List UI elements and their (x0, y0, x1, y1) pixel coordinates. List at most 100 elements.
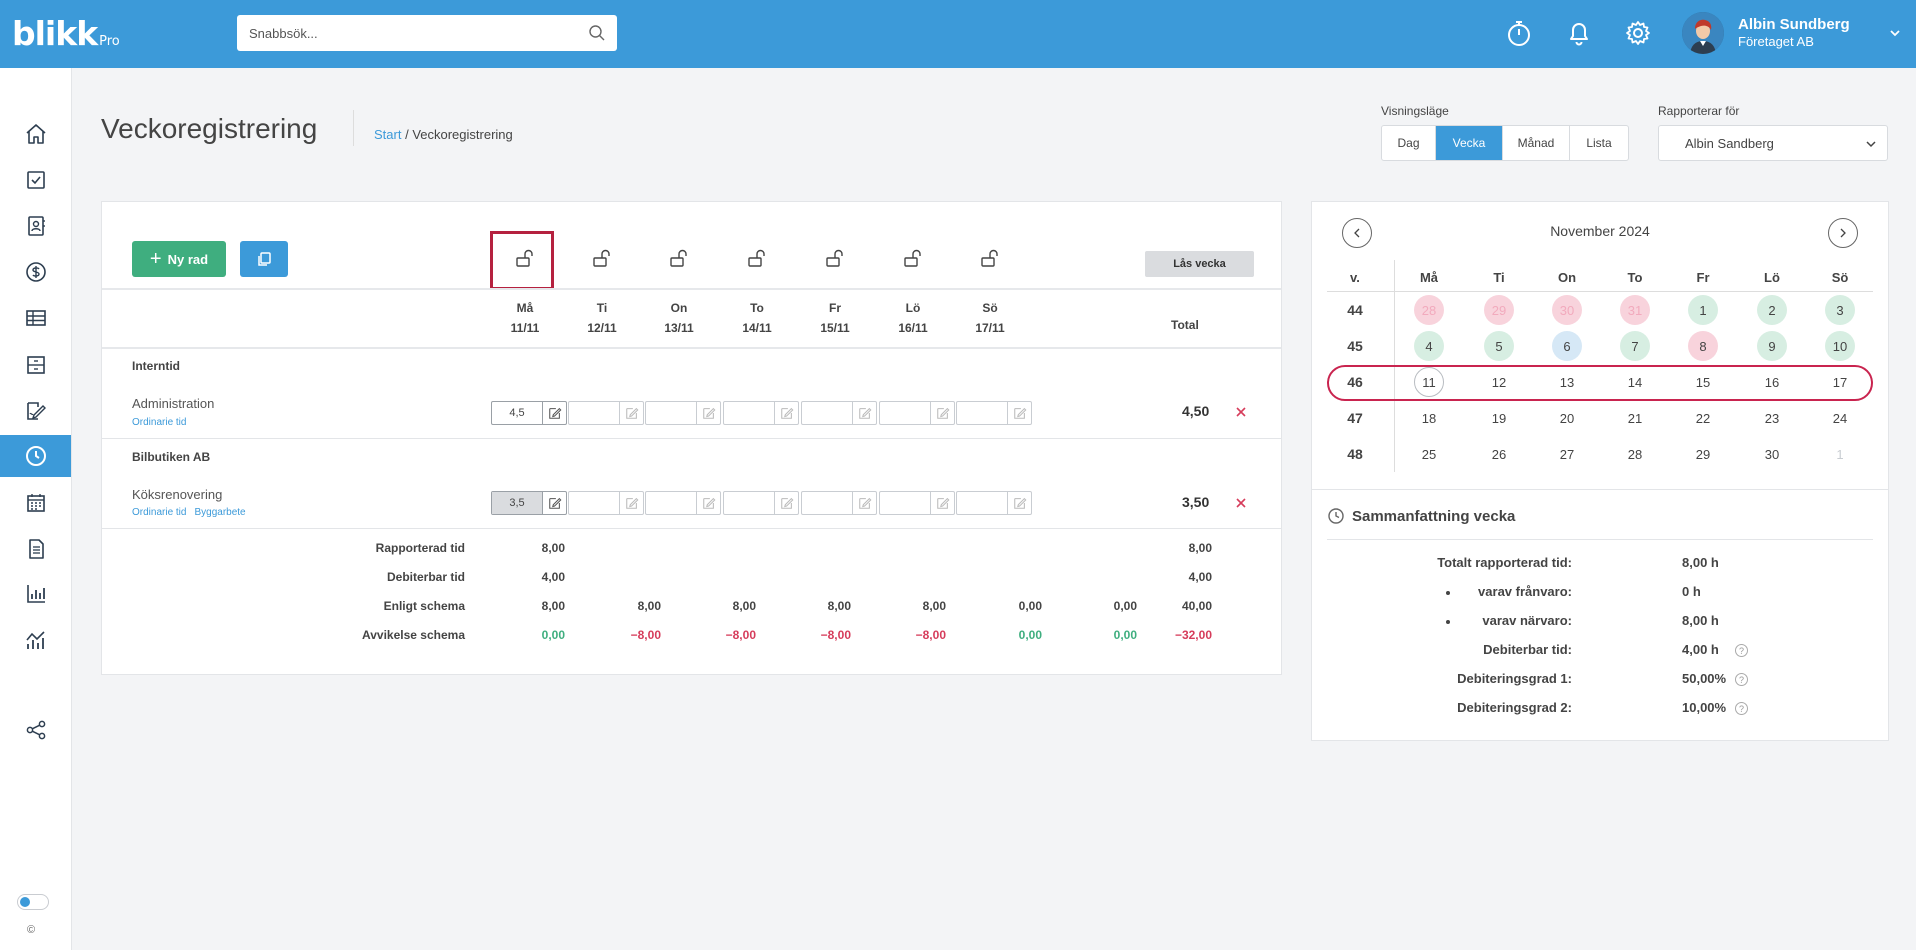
sidebar-item-table[interactable] (0, 297, 71, 339)
time-value[interactable] (569, 492, 619, 514)
calendar-day[interactable]: 5 (1484, 331, 1514, 361)
calendar-day[interactable]: 17 (1825, 367, 1855, 397)
unlock-day-icon[interactable] (978, 246, 1002, 270)
search-input[interactable] (237, 15, 617, 51)
unlock-day-icon[interactable] (745, 246, 769, 270)
view-mode-list[interactable]: Lista (1570, 126, 1628, 160)
calendar-day[interactable]: 28 (1620, 439, 1650, 469)
edit-icon[interactable] (619, 402, 643, 424)
edit-icon[interactable] (930, 402, 954, 424)
edit-icon[interactable] (1007, 402, 1031, 424)
unlock-day-icon[interactable] (901, 246, 925, 270)
sidebar-item-signature[interactable] (0, 390, 71, 432)
calendar-day[interactable]: 23 (1757, 403, 1787, 433)
week-number[interactable]: 48 (1327, 446, 1383, 462)
calendar-day[interactable]: 11 (1414, 367, 1444, 397)
time-value[interactable] (724, 402, 774, 424)
calendar-day[interactable]: 29 (1688, 439, 1718, 469)
calendar-day[interactable]: 16 (1757, 367, 1787, 397)
chevron-down-icon[interactable] (1888, 26, 1902, 40)
sidebar-item-share[interactable] (0, 709, 71, 751)
row-tag[interactable]: Ordinarie tid (132, 507, 186, 518)
time-input[interactable] (568, 401, 644, 425)
time-value[interactable] (957, 402, 1007, 424)
calendar-day[interactable]: 1 (1688, 295, 1718, 325)
time-value[interactable] (802, 402, 852, 424)
calendar-day[interactable]: 30 (1757, 439, 1787, 469)
time-input[interactable] (801, 401, 877, 425)
edit-icon[interactable] (696, 492, 720, 514)
edit-icon[interactable] (542, 402, 566, 424)
time-value[interactable] (646, 492, 696, 514)
sidebar-item-documents[interactable] (0, 528, 71, 570)
time-input[interactable] (956, 491, 1032, 515)
next-month-button[interactable] (1828, 218, 1858, 248)
sidebar-item-archive[interactable] (0, 344, 71, 386)
calendar-day[interactable]: 14 (1620, 367, 1650, 397)
report-for-select[interactable]: Albin Sandberg (1658, 125, 1888, 161)
bell-icon[interactable] (1564, 18, 1594, 48)
delete-row-icon[interactable] (1234, 405, 1248, 419)
logo[interactable]: blikk Pro (12, 14, 120, 53)
time-value[interactable] (569, 402, 619, 424)
calendar-day[interactable]: 9 (1757, 331, 1787, 361)
view-mode-week[interactable]: Vecka (1436, 126, 1503, 160)
help-icon[interactable]: ? (1735, 644, 1748, 657)
time-value[interactable] (724, 492, 774, 514)
time-input[interactable] (645, 491, 721, 515)
time-value[interactable] (880, 492, 930, 514)
calendar-day[interactable]: 2 (1757, 295, 1787, 325)
calendar-day[interactable]: 1 (1825, 439, 1855, 469)
time-input[interactable] (723, 491, 799, 515)
calendar-day[interactable]: 28 (1414, 295, 1444, 325)
time-value[interactable] (957, 492, 1007, 514)
time-input[interactable] (956, 401, 1032, 425)
time-input[interactable] (723, 401, 799, 425)
calendar-day[interactable]: 8 (1688, 331, 1718, 361)
calendar-day[interactable]: 29 (1484, 295, 1514, 325)
sidebar-item-statistics[interactable] (0, 619, 71, 661)
theme-toggle[interactable] (17, 894, 49, 910)
sidebar-item-calendar[interactable] (0, 482, 71, 524)
sidebar-item-tasks[interactable] (0, 159, 71, 201)
time-input[interactable] (568, 491, 644, 515)
new-row-button[interactable]: + Ny rad (132, 241, 226, 277)
calendar-day[interactable]: 19 (1484, 403, 1514, 433)
unlock-day-icon[interactable] (590, 246, 614, 270)
delete-row-icon[interactable] (1234, 496, 1248, 510)
week-number[interactable]: 47 (1327, 410, 1383, 426)
view-mode-month[interactable]: Månad (1503, 126, 1570, 160)
calendar-day[interactable]: 22 (1688, 403, 1718, 433)
edit-icon[interactable] (774, 492, 798, 514)
breadcrumb-start-link[interactable]: Start (374, 127, 401, 142)
sidebar-item-time[interactable] (0, 435, 71, 477)
view-mode-day[interactable]: Dag (1382, 126, 1436, 160)
calendar-day[interactable]: 4 (1414, 331, 1444, 361)
time-input[interactable] (645, 401, 721, 425)
week-number[interactable]: 44 (1327, 302, 1383, 318)
sidebar-item-economy[interactable] (0, 251, 71, 293)
week-number[interactable]: 46 (1327, 374, 1383, 390)
calendar-day[interactable]: 24 (1825, 403, 1855, 433)
edit-icon[interactable] (930, 492, 954, 514)
sidebar-item-contacts[interactable] (0, 205, 71, 247)
help-icon[interactable]: ? (1735, 702, 1748, 715)
week-number[interactable]: 45 (1327, 338, 1383, 354)
time-value[interactable]: 3,5 (492, 492, 542, 514)
sidebar-item-home[interactable] (0, 113, 71, 155)
calendar-day[interactable]: 18 (1414, 403, 1444, 433)
calendar-day[interactable]: 15 (1688, 367, 1718, 397)
sidebar-item-reports[interactable] (0, 573, 71, 615)
edit-icon[interactable] (852, 492, 876, 514)
unlock-day-icon[interactable] (667, 246, 691, 270)
time-value[interactable] (880, 402, 930, 424)
edit-icon[interactable] (1007, 492, 1031, 514)
calendar-day[interactable]: 10 (1825, 331, 1855, 361)
edit-icon[interactable] (774, 402, 798, 424)
edit-icon[interactable] (852, 402, 876, 424)
calendar-day[interactable]: 12 (1484, 367, 1514, 397)
calendar-day[interactable]: 26 (1484, 439, 1514, 469)
time-input[interactable] (879, 491, 955, 515)
edit-icon[interactable] (696, 402, 720, 424)
search-icon[interactable] (588, 24, 606, 42)
